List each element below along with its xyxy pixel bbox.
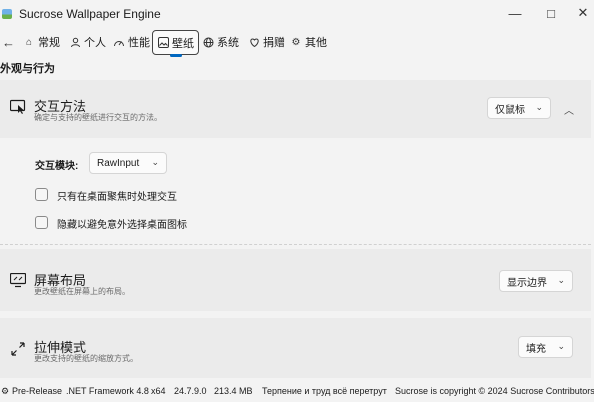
active-tab-indicator [170, 54, 182, 57]
architecture: x64 [151, 386, 166, 396]
resize-arrows-icon [10, 341, 26, 360]
tab-personal[interactable]: 个人 [69, 31, 106, 53]
dropdown-value: 显示边界 [507, 277, 547, 289]
window-title: Sucrose Wallpaper Engine [19, 7, 161, 21]
tab-label: 个人 [84, 37, 106, 49]
screen-layout-dropdown[interactable]: 显示边界 ⌄ [499, 270, 573, 292]
screen-layout-card[interactable]: 屏幕布局 更改壁纸在屏幕上的布局。 显示边界 ⌄ [0, 249, 591, 311]
screen-layout-icon [9, 272, 27, 291]
close-button[interactable]: ✕ [563, 0, 594, 26]
settings-icon: ⚙ [291, 36, 301, 48]
person-icon [69, 36, 81, 48]
card-description: 更改壁纸在屏幕上的布局。 [34, 287, 130, 296]
app-logo-icon [2, 9, 12, 19]
tab-other[interactable]: ⚙ 其他 [290, 31, 327, 53]
stretch-mode-card[interactable]: 拉伸模式 更改支持的壁纸的缩放方式。 填充 ⌄ [0, 318, 591, 378]
tab-label: 常规 [38, 37, 60, 49]
tab-label: 性能 [128, 37, 150, 49]
interaction-method-card[interactable]: 交互方法 确定与支持的壁纸进行交互的方法。 仅鼠标 ⌄ ︿ [0, 80, 591, 138]
hide-icons-checkbox[interactable] [35, 216, 48, 229]
release-channel: Pre-Release [12, 386, 63, 396]
chevron-down-icon: ⌄ [557, 341, 565, 351]
tab-system[interactable]: 系统 [202, 31, 239, 53]
tab-wallpaper[interactable]: 壁纸 [152, 30, 199, 55]
chevron-down-icon: ⌄ [557, 275, 565, 285]
checkbox-label: 隐藏以避免意外选择桌面图标 [57, 220, 187, 231]
back-arrow-icon[interactable]: ← [2, 35, 15, 50]
tab-label: 系统 [217, 37, 239, 49]
dropdown-value: 仅鼠标 [495, 104, 525, 116]
copyright-text: Sucrose is copyright © 2024 Sucrose Cont… [395, 386, 594, 396]
card-description: 确定与支持的壁纸进行交互的方法。 [34, 113, 162, 122]
card-description: 更改支持的壁纸的缩放方式。 [34, 354, 138, 363]
performance-icon [113, 36, 125, 48]
stretch-mode-dropdown[interactable]: 填充 ⌄ [518, 336, 573, 358]
tab-label: 其他 [305, 37, 327, 49]
chevron-down-icon: ⌄ [535, 102, 543, 112]
interaction-module-label: 交互模块: [35, 161, 79, 172]
quote-text[interactable]: Терпение и труд всё перетрут [262, 386, 387, 396]
interaction-type-dropdown[interactable]: 仅鼠标 ⌄ [487, 97, 551, 119]
tab-donate[interactable]: 捐赠 [248, 31, 285, 53]
tab-label: 壁纸 [172, 37, 194, 50]
donate-icon [248, 36, 260, 48]
dropdown-value: RawInput [97, 157, 140, 169]
title-bar: Sucrose Wallpaper Engine — □ ✕ [0, 0, 594, 28]
status-bar: ⚙ Pre-Release .NET Framework 4.8 x64 24.… [0, 383, 594, 402]
tab-general[interactable]: ⌂ 常规 [23, 31, 60, 53]
section-title: 外观与行为 [0, 63, 55, 75]
release-icon: ⚙ [1, 386, 10, 396]
chevron-up-icon[interactable]: ︿ [564, 102, 574, 117]
minimize-button[interactable]: — [495, 0, 535, 26]
wallpaper-icon [157, 37, 169, 49]
framework-version: .NET Framework 4.8 [66, 386, 149, 396]
home-icon: ⌂ [25, 36, 33, 48]
divider [0, 244, 591, 245]
system-icon [202, 36, 214, 48]
memory-usage: 213.4 MB [214, 386, 253, 396]
dropdown-value: 填充 [526, 343, 546, 355]
chevron-down-icon: ⌄ [151, 157, 159, 167]
tab-performance[interactable]: 性能 [113, 31, 150, 53]
tab-label: 捐赠 [263, 37, 285, 49]
app-version: 24.7.9.0 [174, 386, 207, 396]
interaction-options-panel: 交互模块: RawInput ⌄ 只有在桌面聚焦时处理交互 隐藏以避免意外选择桌… [0, 140, 591, 242]
focus-only-checkbox[interactable] [35, 188, 48, 201]
nav-tabs: ← ⌂ 常规 个人 性能 壁纸 系统 捐赠 ⚙ 其他 [0, 30, 594, 57]
checkbox-label: 只有在桌面聚焦时处理交互 [57, 192, 177, 203]
interaction-module-dropdown[interactable]: RawInput ⌄ [89, 152, 167, 174]
cursor-window-icon [9, 99, 26, 118]
